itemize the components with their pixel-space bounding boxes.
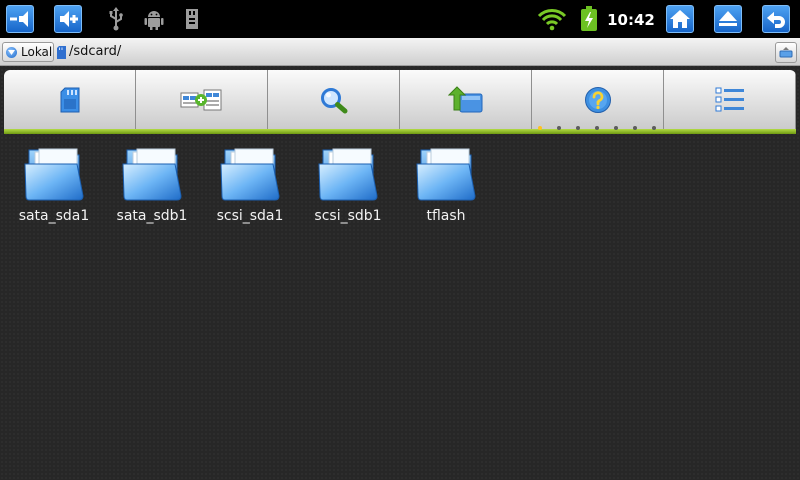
toolbar-multiselect-button[interactable] [136, 70, 268, 129]
status-clock: 10:42 [607, 11, 655, 29]
android-debug-icon [142, 7, 166, 31]
toolbar-page-indicator [538, 126, 658, 132]
back-icon [767, 12, 785, 28]
toolbar [4, 70, 796, 134]
file-name: tflash [426, 208, 466, 224]
battery-charging-icon [578, 6, 600, 31]
eject-button[interactable] [714, 5, 742, 33]
toolbar-help-button[interactable] [532, 70, 664, 129]
toolbar-accent-strip [4, 129, 796, 134]
page-dot [538, 126, 542, 130]
file-name: scsi_sda1 [216, 208, 284, 224]
location-label: Lokal [21, 45, 53, 59]
toolbar-search-button[interactable] [268, 70, 400, 129]
sd-card-icon [180, 7, 204, 31]
file-item[interactable]: scsi_sdb1 [300, 140, 396, 230]
minimize-bar-icon [779, 46, 793, 57]
page-dot [557, 126, 561, 130]
toolbar-parent-folder-button[interactable] [400, 70, 532, 129]
file-item[interactable]: tflash [398, 140, 494, 230]
path-bar-menu-button[interactable] [775, 42, 797, 63]
help-icon [584, 86, 611, 113]
wifi-signal-icon [536, 7, 568, 31]
usb-icon [104, 7, 128, 31]
file-item[interactable]: scsi_sda1 [202, 140, 298, 230]
volume-up-icon [60, 11, 78, 27]
folder-icon [416, 148, 476, 201]
folder-icon [220, 148, 280, 201]
eject-icon [719, 11, 737, 26]
file-item[interactable]: sata_sdb1 [104, 140, 200, 230]
multi-select-icon [180, 89, 221, 110]
sd-card-icon [60, 87, 79, 112]
list-view-icon [715, 87, 744, 111]
parent-folder-icon [447, 85, 482, 112]
search-icon [320, 87, 347, 113]
page-dot [576, 126, 580, 130]
file-name: scsi_sdb1 [314, 208, 382, 224]
path-segment-sdcard[interactable]: /sdcard/ [57, 42, 127, 62]
folder-icon [318, 148, 378, 201]
location-selector-button[interactable]: Lokal [2, 42, 54, 62]
back-button[interactable] [762, 5, 790, 33]
volume-down-button[interactable] [6, 5, 34, 33]
file-name: sata_sdb1 [116, 208, 188, 224]
status-bar: 10:42 [0, 0, 800, 38]
path-bar: Lokal /sdcard/ [0, 38, 800, 66]
folder-icon [24, 148, 84, 201]
file-name: sata_sda1 [18, 208, 90, 224]
page-dot [614, 126, 618, 130]
chevron-down-icon [6, 46, 17, 58]
home-button[interactable] [666, 5, 694, 33]
volume-down-icon [10, 11, 28, 27]
page-dot [595, 126, 599, 130]
current-path: /sdcard/ [69, 44, 122, 59]
toolbar-sdcard-button[interactable] [4, 70, 136, 129]
page-dot [633, 126, 637, 130]
home-icon [670, 10, 690, 28]
page-dot [652, 126, 656, 130]
toolbar-list-view-button[interactable] [664, 70, 796, 129]
sd-card-small-icon [57, 45, 66, 59]
file-item[interactable]: sata_sda1 [6, 140, 102, 230]
volume-up-button[interactable] [54, 5, 82, 33]
folder-icon [122, 148, 182, 201]
